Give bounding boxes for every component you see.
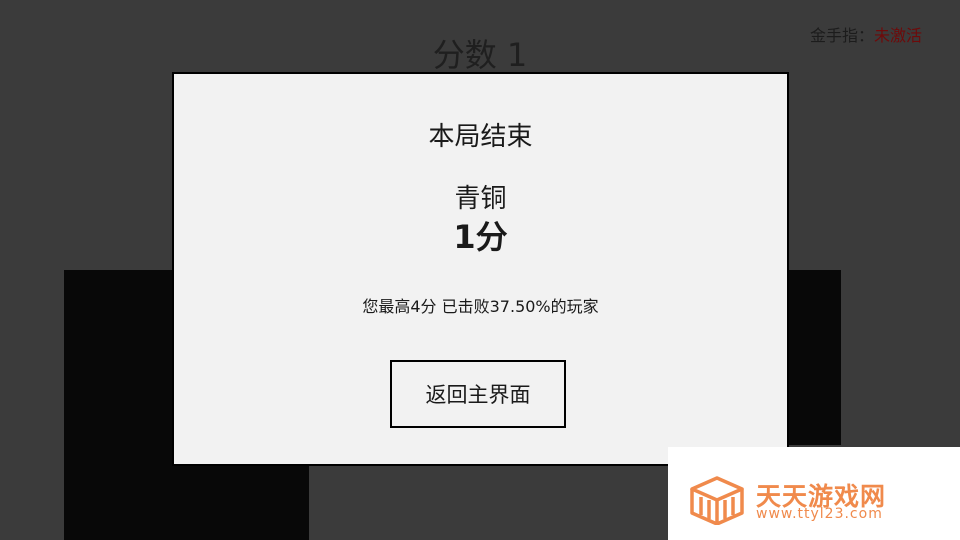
- game-over-dialog: 本局结束 青铜 1分 您最高4分 已击败37.50%的玩家 返回主界面: [172, 72, 789, 466]
- dialog-title: 本局结束: [428, 122, 533, 152]
- cheat-label: 金手指：: [809, 26, 874, 45]
- stats-text: 您最高4分 已击败37.50%的玩家: [362, 297, 599, 316]
- watermark-url: www.ttyl23.com: [756, 506, 883, 522]
- cheat-status: 金手指：未激活: [810, 22, 922, 46]
- watermark: 天天游戏网 www.ttyl23.com: [668, 447, 960, 540]
- final-score: 1分: [453, 218, 508, 256]
- black-tile: [786, 270, 841, 445]
- rank-label: 青铜: [454, 184, 507, 214]
- game-screen: 分数 1 金手指：未激活 本局结束 青铜 1分 您最高4分 已击败37.50%的…: [0, 0, 960, 540]
- building-logo-icon: [690, 476, 744, 525]
- cheat-value: 未激活: [873, 26, 922, 45]
- return-main-menu-button[interactable]: 返回主界面: [390, 360, 566, 428]
